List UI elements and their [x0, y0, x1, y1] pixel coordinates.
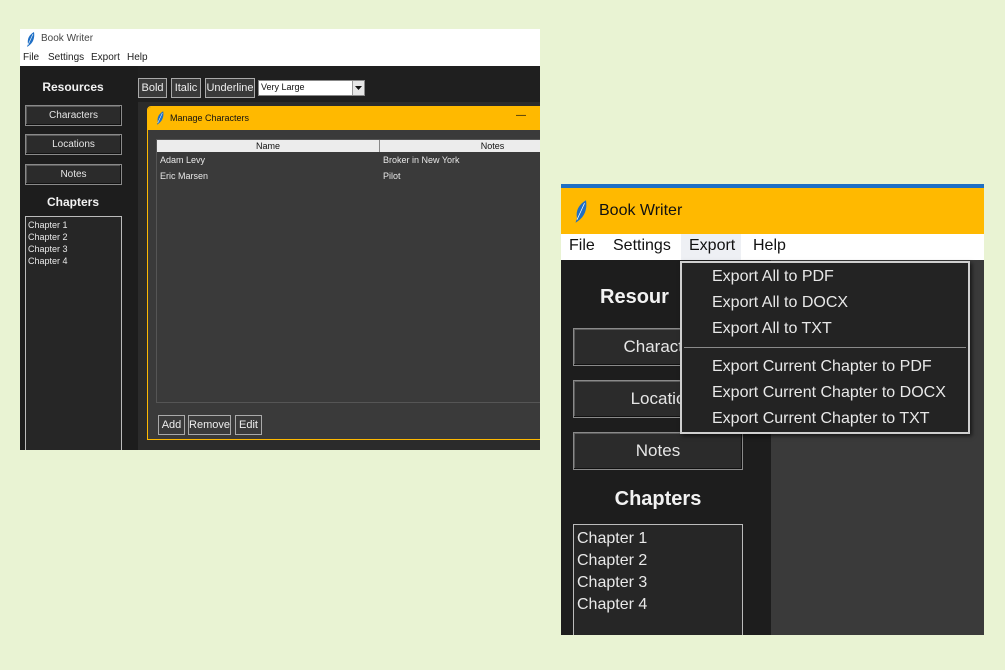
- export-chapter-pdf-item[interactable]: Export Current Chapter to PDF: [712, 358, 932, 376]
- chevron-down-icon: [355, 86, 362, 90]
- resources-heading: Resources: [42, 80, 104, 94]
- chapter-item[interactable]: Chapter 1: [28, 219, 121, 231]
- window-title: Book Writer: [599, 202, 683, 219]
- column-header-name[interactable]: Name: [157, 140, 380, 152]
- table-row[interactable]: Adam Levy Broker in New York: [157, 154, 540, 168]
- resources-heading: Resour: [600, 286, 669, 308]
- title-bar: Book Writer: [20, 29, 540, 50]
- cell-notes: Broker in New York: [383, 155, 460, 165]
- feather-icon: [575, 200, 587, 223]
- characters-button[interactable]: Characters: [25, 105, 122, 126]
- add-button[interactable]: Add: [158, 415, 185, 435]
- column-header-notes[interactable]: Notes: [380, 140, 540, 152]
- menu-file[interactable]: File: [23, 52, 39, 63]
- menu-help[interactable]: Help: [127, 52, 148, 63]
- dropdown-button[interactable]: [352, 81, 364, 95]
- menu-help[interactable]: Help: [753, 237, 786, 255]
- menu-bar: File Settings Export Help: [20, 50, 540, 66]
- locations-button[interactable]: Locations: [25, 134, 122, 155]
- chapter-item[interactable]: Chapter 2: [28, 231, 121, 243]
- chapter-item[interactable]: Chapter 4: [28, 255, 121, 267]
- title-bar: Book Writer: [561, 188, 984, 234]
- left-window: Book Writer File Settings Export Help Re…: [20, 29, 540, 450]
- underline-button[interactable]: Underline: [205, 78, 255, 98]
- export-all-pdf-item[interactable]: Export All to PDF: [712, 268, 834, 286]
- notes-button[interactable]: Notes: [25, 164, 122, 185]
- export-all-docx-item[interactable]: Export All to DOCX: [712, 294, 848, 312]
- zoomed-window: Book Writer File Settings Export Help Re…: [561, 184, 984, 635]
- menu-settings[interactable]: Settings: [613, 237, 671, 255]
- chapter-item[interactable]: Chapter 3: [28, 243, 121, 255]
- manage-characters-dialog: Manage Characters — Name Notes Adam Levy…: [147, 106, 540, 440]
- characters-table[interactable]: Name Notes Adam Levy Broker in New York …: [156, 139, 540, 403]
- cell-name: Eric Marsen: [160, 171, 209, 181]
- menu-bar: File Settings Export Help: [561, 234, 984, 260]
- chapter-item[interactable]: Chapter 4: [577, 594, 742, 616]
- menu-file[interactable]: File: [569, 237, 595, 255]
- export-all-txt-item[interactable]: Export All to TXT: [712, 320, 832, 338]
- font-size-value: Very Large: [261, 82, 305, 92]
- chapters-list[interactable]: Chapter 1 Chapter 2 Chapter 3 Chapter 4: [25, 216, 122, 450]
- menu-export[interactable]: Export: [91, 52, 120, 63]
- menu-separator: [684, 347, 966, 348]
- chapter-item[interactable]: Chapter 1: [577, 528, 742, 550]
- dialog-title: Manage Characters: [170, 113, 250, 123]
- cell-notes: Pilot: [383, 171, 401, 181]
- sidebar: Resources Characters Locations Notes Cha…: [20, 66, 138, 450]
- minimize-button[interactable]: —: [516, 110, 526, 121]
- export-dropdown-menu: Export All to PDF Export All to DOCX Exp…: [680, 261, 970, 434]
- menu-export[interactable]: Export: [689, 237, 735, 255]
- chapters-heading: Chapters: [614, 488, 702, 510]
- window-title: Book Writer: [41, 33, 94, 44]
- notes-button[interactable]: Notes: [573, 432, 743, 470]
- italic-button[interactable]: Italic: [171, 78, 201, 98]
- feather-icon: [156, 111, 164, 125]
- chapters-list[interactable]: Chapter 1 Chapter 2 Chapter 3 Chapter 4: [573, 524, 743, 635]
- chapter-item[interactable]: Chapter 2: [577, 550, 742, 572]
- export-chapter-txt-item[interactable]: Export Current Chapter to TXT: [712, 410, 930, 428]
- export-chapter-docx-item[interactable]: Export Current Chapter to DOCX: [712, 384, 946, 402]
- table-row[interactable]: Eric Marsen Pilot: [157, 170, 540, 184]
- remove-button[interactable]: Remove: [188, 415, 231, 435]
- chapter-item[interactable]: Chapter 3: [577, 572, 742, 594]
- font-size-select[interactable]: Very Large: [258, 80, 365, 96]
- cell-name: Adam Levy: [160, 155, 206, 165]
- edit-button[interactable]: Edit: [235, 415, 262, 435]
- menu-settings[interactable]: Settings: [48, 52, 84, 63]
- feather-icon: [27, 32, 35, 47]
- chapters-heading: Chapters: [46, 195, 99, 209]
- dialog-title-bar: Manage Characters —: [148, 107, 540, 130]
- bold-button[interactable]: Bold: [138, 78, 167, 98]
